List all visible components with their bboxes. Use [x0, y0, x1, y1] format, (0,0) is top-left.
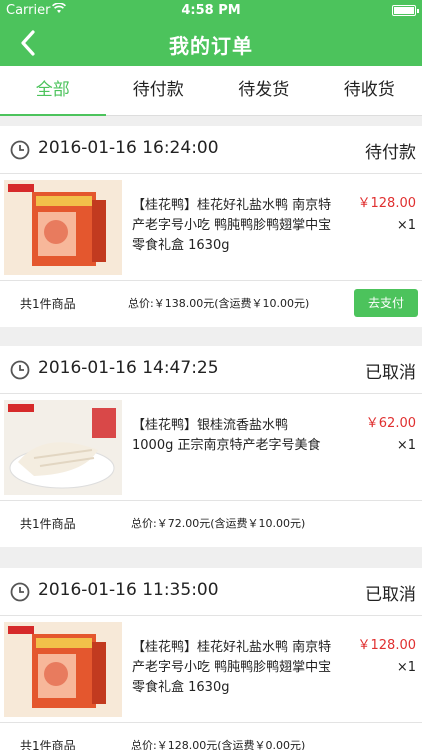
order-status: 已取消 — [365, 363, 416, 383]
product-name: 【桂花鸭】银桂流香盐水鸭 1000g 正宗南京特产老字号美食 — [132, 418, 321, 453]
tab-all[interactable]: 全部 — [0, 66, 106, 116]
order-item[interactable]: 【桂花鸭】桂花好礼盐水鸭 南京特产老字号小吃 鸭肫鸭胗鸭翅掌中宝零食礼盒 163… — [0, 174, 422, 281]
clock-time: 4:58 PM — [181, 3, 241, 18]
tab-pending-shipment[interactable]: 待发货 — [211, 66, 317, 115]
order-header: 2016-01-16 14:47:25 已取消 — [0, 346, 422, 394]
order-date: 2016-01-16 16:24:00 — [38, 138, 219, 158]
item-count: 共1件商品 — [20, 297, 76, 311]
page-title: 我的订单 — [169, 34, 253, 58]
order-footer: 共1件商品 总价:￥138.00元(含运费￥10.00元) 去支付 — [0, 281, 422, 327]
product-quantity: ×1 — [396, 438, 416, 453]
order-total: 总价:￥72.00元(含运费￥10.00元) — [131, 517, 306, 530]
product-price: ￥128.00 — [357, 196, 417, 211]
order-card[interactable]: 2016-01-16 11:35:00 已取消 【桂花鸭】桂花好礼盐水鸭 南京特… — [0, 568, 422, 750]
tab-pending-payment[interactable]: 待付款 — [106, 66, 212, 115]
clock-icon — [10, 360, 30, 380]
order-header: 2016-01-16 16:24:00 待付款 — [0, 126, 422, 174]
item-count: 共1件商品 — [20, 739, 76, 750]
order-total: 总价:￥138.00元(含运费￥10.00元) — [128, 297, 310, 310]
nav-bar: Carrier 4:58 PM 我的订单 — [0, 0, 422, 66]
battery-icon — [392, 5, 419, 16]
status-bar: Carrier 4:58 PM — [0, 0, 422, 22]
product-quantity: ×1 — [396, 660, 416, 675]
product-name: 【桂花鸭】桂花好礼盐水鸭 南京特产老字号小吃 鸭肫鸭胗鸭翅掌中宝零食礼盒 163… — [132, 640, 332, 695]
order-tabs: 全部 待付款 待发货 待收货 — [0, 66, 422, 116]
product-quantity: ×1 — [396, 218, 416, 233]
order-date: 2016-01-16 11:35:00 — [38, 580, 219, 600]
product-image — [4, 400, 122, 495]
item-count: 共1件商品 — [20, 517, 76, 531]
product-image — [4, 622, 122, 717]
order-card[interactable]: 2016-01-16 16:24:00 待付款 【桂花鸭】桂花好礼盐水鸭 南京特… — [0, 126, 422, 327]
product-name: 【桂花鸭】桂花好礼盐水鸭 南京特产老字号小吃 鸭肫鸭胗鸭翅掌中宝零食礼盒 163… — [132, 198, 332, 253]
pay-button[interactable]: 去支付 — [354, 289, 418, 317]
product-price: ￥62.00 — [365, 416, 416, 431]
order-status: 待付款 — [365, 143, 416, 163]
product-image — [4, 180, 122, 275]
order-item[interactable]: 【桂花鸭】桂花好礼盐水鸭 南京特产老字号小吃 鸭肫鸭胗鸭翅掌中宝零食礼盒 163… — [0, 616, 422, 723]
order-card[interactable]: 2016-01-16 14:47:25 已取消 【桂花鸭】银桂流香盐水鸭 100… — [0, 346, 422, 547]
order-date: 2016-01-16 14:47:25 — [38, 358, 219, 378]
order-status: 已取消 — [365, 585, 416, 605]
order-item[interactable]: 【桂花鸭】银桂流香盐水鸭 1000g 正宗南京特产老字号美食 ￥62.00 ×1 — [0, 394, 422, 501]
order-footer: 共1件商品 总价:￥72.00元(含运费￥10.00元) — [0, 501, 422, 547]
clock-icon — [10, 140, 30, 160]
product-price: ￥128.00 — [357, 638, 417, 653]
order-total: 总价:￥128.00元(含运费￥0.00元) — [131, 739, 306, 750]
clock-icon — [10, 582, 30, 602]
order-footer: 共1件商品 总价:￥128.00元(含运费￥0.00元) — [0, 723, 422, 750]
tab-pending-receipt[interactable]: 待收货 — [317, 66, 422, 115]
order-header: 2016-01-16 11:35:00 已取消 — [0, 568, 422, 616]
